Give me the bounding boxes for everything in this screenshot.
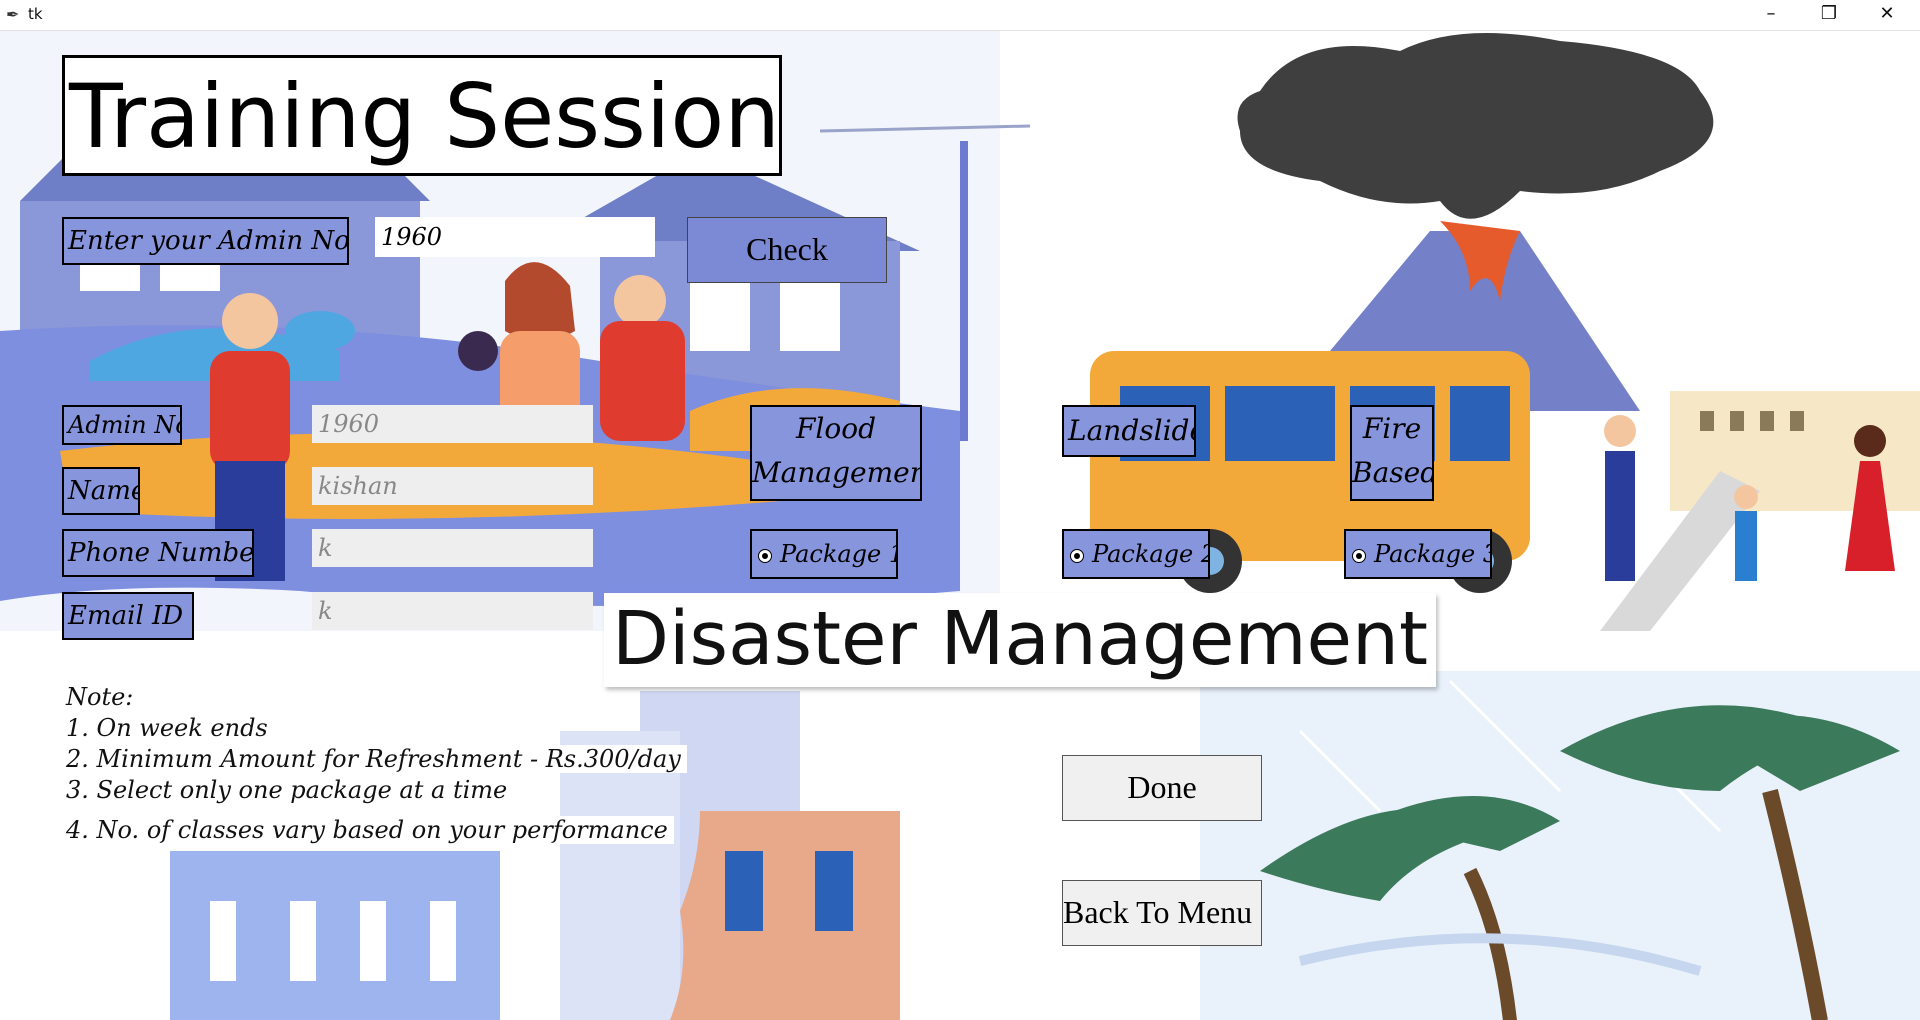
package-3-label: Package 3 — [1374, 540, 1492, 568]
package-2-radio[interactable]: Package 2 — [1062, 529, 1210, 579]
phone-number-field[interactable] — [312, 529, 593, 567]
window-titlebar: ✒ tk – ❐ ✕ — [0, 0, 1920, 31]
email-id-field[interactable] — [312, 592, 593, 630]
name-label: Name — [62, 467, 140, 515]
radio-indicator-icon — [1352, 548, 1366, 563]
note-line-4: 4. No. of classes vary based on your per… — [62, 816, 674, 844]
note-line-1: 1. On week ends — [62, 714, 274, 742]
radio-indicator-icon — [1070, 548, 1084, 563]
tk-feather-icon: ✒ — [6, 5, 20, 24]
background-illustration — [0, 31, 1920, 1020]
admin-no-prompt-label: Enter your Admin No: — [62, 217, 349, 265]
phone-number-label: Phone Number — [62, 529, 254, 577]
radio-indicator-icon — [758, 548, 772, 563]
window-title: tk — [28, 5, 43, 23]
disaster-management-banner: Disaster Management — [604, 593, 1436, 687]
package-3-radio[interactable]: Package 3 — [1344, 529, 1492, 579]
back-to-menu-button[interactable]: Back To Menu — [1062, 880, 1262, 946]
package-1-radio[interactable]: Package 1 — [750, 529, 898, 579]
admin-no-input[interactable] — [375, 217, 655, 257]
landslide-label: Landslide — [1062, 405, 1196, 457]
note-heading: Note: — [62, 683, 140, 711]
check-button[interactable]: Check — [687, 217, 887, 283]
name-field[interactable] — [312, 467, 593, 505]
close-button[interactable]: ✕ — [1858, 0, 1916, 30]
page-title: Training Session — [62, 55, 782, 176]
package-2-label: Package 2 — [1092, 540, 1210, 568]
fire-based-label: Fire Based — [1350, 405, 1434, 501]
flood-management-label: Flood Management — [750, 405, 922, 501]
admin-no-label: Admin No — [62, 405, 182, 445]
note-line-2: 2. Minimum Amount for Refreshment - Rs.3… — [62, 745, 687, 773]
app-canvas: Training Session Enter your Admin No: Ch… — [0, 31, 1920, 1020]
note-line-3: 3. Select only one package at a time — [62, 776, 514, 804]
admin-no-field[interactable] — [312, 405, 593, 443]
restore-button[interactable]: ❐ — [1800, 0, 1858, 30]
done-button[interactable]: Done — [1062, 755, 1262, 821]
minimize-button[interactable]: – — [1742, 0, 1800, 30]
package-1-label: Package 1 — [780, 540, 898, 568]
email-id-label: Email ID — [62, 592, 194, 640]
